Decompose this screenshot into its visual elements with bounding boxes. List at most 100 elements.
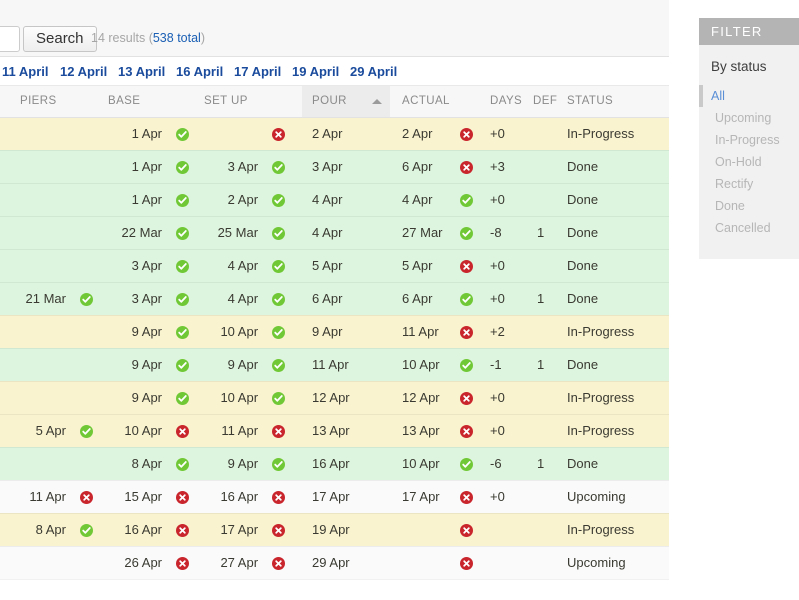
- check-circle-icon: [272, 359, 286, 373]
- cell-base-status: [168, 150, 205, 184]
- cell-piers: [0, 150, 72, 184]
- cell-actual: 17 Apr: [390, 480, 453, 514]
- filter-status-item[interactable]: All: [699, 85, 799, 107]
- filter-status-item[interactable]: On-Hold: [699, 151, 799, 173]
- date-nav-link[interactable]: 29 April: [350, 57, 397, 86]
- cell-setup: 17 Apr: [204, 513, 265, 547]
- x-circle-icon: [460, 161, 474, 175]
- cell-actual-status: [452, 282, 491, 316]
- cell-actual: [390, 513, 453, 547]
- x-circle-icon: [176, 425, 190, 439]
- search-button[interactable]: Search: [23, 26, 97, 52]
- date-nav-link[interactable]: 11 April: [2, 57, 48, 86]
- cell-days: +2: [490, 315, 534, 349]
- check-circle-icon: [80, 293, 93, 307]
- cell-pour: 9 Apr: [302, 315, 391, 349]
- table-row[interactable]: 22 Mar 25 Mar 4 Apr 27 Mar -8 1 Done: [0, 216, 669, 250]
- table-row[interactable]: 1 Apr 3 Apr 3 Apr 6 Apr +3 Done: [0, 150, 669, 184]
- cell-base-status: [168, 117, 205, 151]
- date-nav-link[interactable]: 16 April: [176, 57, 223, 86]
- filter-status-item[interactable]: Done: [699, 195, 799, 217]
- cell-actual: 5 Apr: [390, 249, 453, 283]
- cell-days: +0: [490, 183, 534, 217]
- check-circle-icon: [176, 128, 190, 142]
- cell-base-status: [168, 480, 205, 514]
- column-header-piers[interactable]: PIERS: [0, 86, 109, 118]
- search-input[interactable]: [0, 26, 20, 52]
- cell-piers-status: [72, 414, 109, 448]
- cell-piers: [0, 381, 72, 415]
- table-body: 1 Apr 2 Apr 2 Apr +0 In-Progress 1 Apr 3 Apr 3 …: [0, 117, 669, 580]
- cell-setup-status: [264, 414, 303, 448]
- cell-base: 15 Apr: [108, 480, 169, 514]
- filter-status-item[interactable]: Rectify: [699, 173, 799, 195]
- cell-base: 10 Apr: [108, 414, 169, 448]
- cell-pour: 3 Apr: [302, 150, 391, 184]
- table-row[interactable]: 9 Apr 9 Apr 11 Apr 10 Apr -1 1 Done: [0, 348, 669, 382]
- date-nav-link[interactable]: 17 April: [234, 57, 281, 86]
- table-row[interactable]: 11 Apr 15 Apr 16 Apr 17 Apr 17 Apr +0 Upcoming: [0, 480, 669, 514]
- check-circle-icon: [272, 260, 286, 274]
- cell-def: 1: [533, 447, 566, 481]
- cell-setup: 27 Apr: [204, 546, 265, 580]
- cell-actual-status: [452, 546, 491, 580]
- table-row[interactable]: 8 Apr 16 Apr 17 Apr 19 Apr In-Progress: [0, 513, 669, 547]
- cell-setup: 4 Apr: [204, 249, 265, 283]
- table-row[interactable]: 1 Apr 2 Apr 2 Apr +0 In-Progress: [0, 117, 669, 151]
- check-circle-icon: [176, 392, 190, 406]
- column-header-def[interactable]: DEF: [533, 86, 566, 118]
- column-header-days[interactable]: DAYS: [490, 86, 534, 118]
- cell-setup: 4 Apr: [204, 282, 265, 316]
- cell-setup: 9 Apr: [204, 348, 265, 382]
- table-row[interactable]: 3 Apr 4 Apr 5 Apr 5 Apr +0 Done: [0, 249, 669, 283]
- cell-piers-status: [72, 216, 109, 250]
- date-nav-link[interactable]: 13 April: [118, 57, 165, 86]
- cell-base: 3 Apr: [108, 249, 169, 283]
- cell-base-status: [168, 447, 205, 481]
- column-header-actual[interactable]: ACTUAL: [390, 86, 491, 118]
- table-row[interactable]: 21 Mar 3 Apr 4 Apr 6 Apr 6 Apr +0 1 Done: [0, 282, 669, 316]
- cell-actual: 4 Apr: [390, 183, 453, 217]
- check-circle-icon: [176, 194, 190, 208]
- filter-status-item[interactable]: In-Progress: [699, 129, 799, 151]
- cell-setup: 10 Apr: [204, 315, 265, 349]
- cell-base-status: [168, 381, 205, 415]
- results-total-link[interactable]: 538 total: [153, 31, 201, 45]
- table-row[interactable]: 26 Apr 27 Apr 29 Apr Upcoming: [0, 546, 669, 580]
- cell-piers: [0, 315, 72, 349]
- x-circle-icon: [460, 524, 474, 538]
- column-header-status[interactable]: STATUS: [565, 86, 669, 118]
- cell-days: -1: [490, 348, 534, 382]
- table-row[interactable]: 1 Apr 2 Apr 4 Apr 4 Apr +0 Done: [0, 183, 669, 217]
- date-nav-link[interactable]: 12 April: [60, 57, 107, 86]
- cell-base: 22 Mar: [108, 216, 169, 250]
- cell-actual: 11 Apr: [390, 315, 453, 349]
- filter-status-list: All Upcoming In-Progress On-Hold Rectify Done…: [699, 85, 799, 239]
- cell-actual-status: [452, 513, 491, 547]
- cell-days: -8: [490, 216, 534, 250]
- cell-piers-status: [72, 381, 109, 415]
- filter-status-item[interactable]: Cancelled: [699, 217, 799, 239]
- date-nav-link[interactable]: 19 April: [292, 57, 339, 86]
- table-row[interactable]: 5 Apr 10 Apr 11 Apr 13 Apr 13 Apr +0 In-Progre…: [0, 414, 669, 448]
- cell-pour: 19 Apr: [302, 513, 391, 547]
- check-circle-icon: [176, 359, 190, 373]
- schedule-table: PIERS BASE SET UP POUR ACTUAL DAYS DEF S…: [0, 86, 669, 580]
- cell-base: 1 Apr: [108, 150, 169, 184]
- column-header-base[interactable]: BASE: [108, 86, 205, 118]
- cell-actual: 10 Apr: [390, 348, 453, 382]
- cell-base: 9 Apr: [108, 381, 169, 415]
- table-row[interactable]: 9 Apr 10 Apr 9 Apr 11 Apr +2 In-Progress: [0, 315, 669, 349]
- table-header-row: PIERS BASE SET UP POUR ACTUAL DAYS DEF S…: [0, 86, 669, 118]
- table-row[interactable]: 9 Apr 10 Apr 12 Apr 12 Apr +0 In-Progress: [0, 381, 669, 415]
- column-header-setup[interactable]: SET UP: [204, 86, 303, 118]
- table-row[interactable]: 8 Apr 9 Apr 16 Apr 10 Apr -6 1 Done: [0, 447, 669, 481]
- cell-actual-status: [452, 348, 491, 382]
- filter-status-item[interactable]: Upcoming: [699, 107, 799, 129]
- cell-base: 26 Apr: [108, 546, 169, 580]
- check-circle-icon: [272, 227, 286, 241]
- cell-setup-status: [264, 546, 303, 580]
- check-circle-icon: [176, 227, 190, 241]
- column-header-pour[interactable]: POUR: [302, 86, 391, 118]
- cell-piers-status: [72, 183, 109, 217]
